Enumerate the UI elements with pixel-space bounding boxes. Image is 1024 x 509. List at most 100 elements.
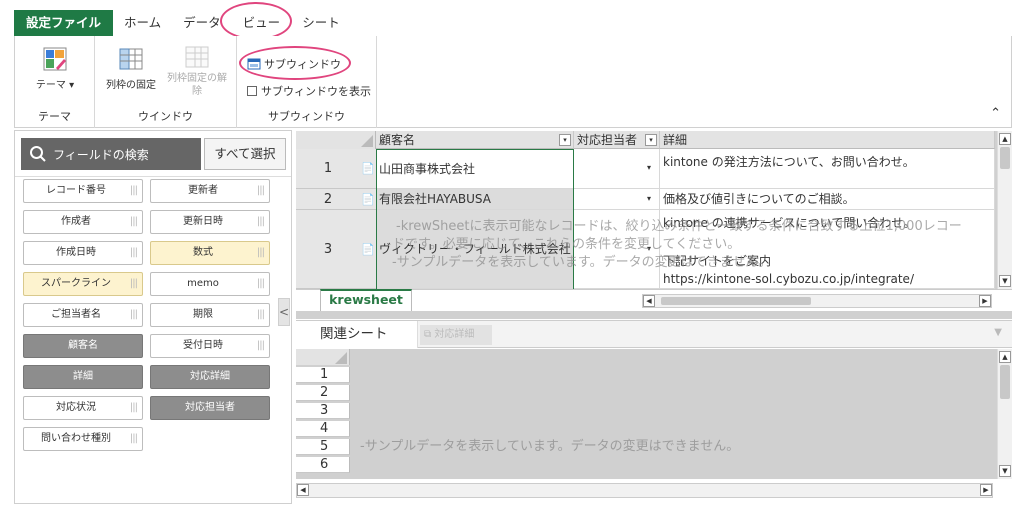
tab-settings-file[interactable]: 設定ファイル	[14, 10, 114, 36]
field-chip[interactable]: ご担当者名 |||	[23, 303, 143, 327]
scroll-thumb[interactable]	[1000, 147, 1010, 169]
scroll-down-icon[interactable]: ▼	[999, 465, 1011, 477]
drag-grip-icon[interactable]: |||	[130, 211, 138, 233]
record-doc-icon[interactable]: 📄	[360, 210, 376, 289]
cell-customer[interactable]: 有限会社HAYABUSA	[376, 189, 574, 210]
sheet-tab-krewsheet[interactable]: krewsheet	[320, 289, 412, 311]
unfreeze-columns-button[interactable]: 列枠固定の解除	[165, 46, 229, 98]
field-chip-label: 作成日時	[56, 247, 96, 258]
horizontal-scrollbar[interactable]: ◀ ▶	[642, 294, 992, 308]
row-header[interactable]: 1	[296, 149, 360, 189]
watermark-text: ドです。必要に応じて、これらの条件を変更してください。	[392, 237, 741, 252]
scroll-thumb[interactable]	[661, 297, 811, 305]
scroll-down-icon[interactable]: ▼	[999, 275, 1011, 287]
unfreeze-columns-label: 列枠固定の解除	[167, 73, 227, 97]
field-chip[interactable]: 対応担当者|||	[150, 396, 270, 420]
column-header-customer[interactable]: 顧客名 ▾	[376, 131, 574, 149]
drag-grip-icon[interactable]: |||	[257, 335, 265, 357]
tab-home[interactable]: ホーム	[113, 10, 172, 36]
scroll-left-icon[interactable]: ◀	[297, 484, 309, 496]
tab-sheet[interactable]: シート	[291, 10, 351, 36]
field-chip[interactable]: memo |||	[150, 272, 270, 296]
drag-grip-icon[interactable]: |||	[130, 180, 138, 202]
row-header[interactable]: 6	[296, 457, 350, 473]
panel-splitter-collapse[interactable]: <	[278, 298, 290, 326]
field-chip[interactable]: 更新日時 |||	[150, 210, 270, 234]
scroll-right-icon[interactable]: ▶	[979, 295, 991, 307]
sheet-tab-bar: krewsheet ◀ ▶	[296, 289, 1012, 311]
column-header-detail[interactable]: 詳細	[660, 131, 995, 149]
freeze-columns-button[interactable]: 列枠の固定	[103, 46, 159, 91]
cell-customer[interactable]: 山田商事株式会社	[376, 149, 574, 189]
theme-button[interactable]: テーマ ▾	[33, 46, 77, 91]
field-chip[interactable]: 対応状況 |||	[23, 396, 143, 420]
field-search-input[interactable]: フィールドの検索	[21, 138, 201, 170]
grid-corner[interactable]	[296, 131, 376, 149]
cell-detail[interactable]: kintone の発注方法について、お問い合わせ。	[660, 149, 995, 189]
vertical-scrollbar[interactable]: ▲ ▼	[997, 131, 1012, 289]
row-header[interactable]: 3	[296, 210, 360, 289]
cell-assignee[interactable]: ▾	[574, 149, 660, 189]
field-chip[interactable]: 更新者 |||	[150, 179, 270, 203]
column-header-assignee[interactable]: 対応担当者 ▾	[574, 131, 660, 149]
scroll-right-icon[interactable]: ▶	[980, 484, 992, 496]
vertical-scrollbar[interactable]: ▲ ▼	[997, 349, 1012, 479]
select-all-button[interactable]: すべて選択	[204, 138, 286, 170]
ribbon-group-window: 列枠の固定 列枠固定の解除 ウインドウ	[95, 36, 237, 128]
field-chip[interactable]: 詳細|||	[23, 365, 143, 389]
column-filter-dropdown-icon[interactable]: ▾	[645, 134, 657, 146]
field-chip[interactable]: 作成日時 |||	[23, 241, 143, 265]
field-chip[interactable]: 数式 |||	[150, 241, 270, 265]
related-sheet-tab[interactable]: 関連シート	[296, 321, 418, 348]
field-panel: フィールドの検索 すべて選択 レコード番号 ||| 更新者 ||| 作成者 ||| 更新日時…	[14, 130, 292, 504]
field-chip-label: 詳細	[73, 371, 93, 382]
chevron-down-icon[interactable]: ▼	[994, 327, 1002, 338]
record-doc-icon[interactable]: 📄	[360, 189, 376, 210]
drag-grip-icon[interactable]: |||	[130, 428, 138, 450]
show-subwindow-checkbox[interactable]: サブウィンドウを表示	[247, 83, 371, 99]
drag-grip-icon[interactable]: |||	[130, 273, 138, 295]
field-chip-label: 顧客名	[68, 340, 98, 351]
grid-corner[interactable]	[296, 349, 350, 365]
column-filter-dropdown-icon[interactable]: ▾	[559, 134, 571, 146]
row-header[interactable]: 5	[296, 439, 350, 455]
scroll-left-icon[interactable]: ◀	[643, 295, 655, 307]
row-header[interactable]: 4	[296, 421, 350, 437]
scroll-thumb[interactable]	[1000, 365, 1010, 399]
horizontal-scrollbar[interactable]: ◀ ▶	[296, 483, 993, 498]
drag-grip-icon[interactable]: |||	[257, 211, 265, 233]
collapse-ribbon-icon[interactable]: ⌃	[990, 106, 1001, 121]
panel-divider	[15, 176, 291, 177]
field-chip[interactable]: レコード番号 |||	[23, 179, 143, 203]
record-doc-icon[interactable]: 📄	[360, 149, 376, 189]
drag-grip-icon[interactable]: |||	[257, 180, 265, 202]
field-chip[interactable]: 期限 |||	[150, 303, 270, 327]
drag-grip-icon[interactable]: |||	[257, 273, 265, 295]
related-field-chip[interactable]: ⧉ 対応詳細	[420, 325, 492, 345]
field-chip[interactable]: スパークライン |||	[23, 272, 143, 296]
row-header[interactable]: 2	[296, 189, 360, 210]
watermark-text: -サンプルデータを表示しています。データの変更はできません。	[392, 255, 772, 270]
drag-grip-icon[interactable]: |||	[257, 242, 265, 264]
cell-dropdown-icon[interactable]: ▾	[647, 194, 651, 203]
checkbox-box[interactable]	[247, 86, 257, 96]
cell-assignee[interactable]: ▾	[574, 189, 660, 210]
scroll-up-icon[interactable]: ▲	[999, 351, 1011, 363]
field-chip[interactable]: 対応詳細|||	[150, 365, 270, 389]
group-label-subwindow: サブウィンドウ	[268, 110, 345, 123]
field-chip[interactable]: 問い合わせ種別 |||	[23, 427, 143, 451]
drag-grip-icon[interactable]: |||	[257, 304, 265, 326]
row-header[interactable]: 1	[296, 367, 350, 383]
field-chip[interactable]: 受付日時 |||	[150, 334, 270, 358]
drag-grip-icon[interactable]: |||	[130, 242, 138, 264]
cell-dropdown-icon[interactable]: ▾	[647, 163, 651, 172]
field-chip[interactable]: 顧客名|||	[23, 334, 143, 358]
row-header[interactable]: 3	[296, 403, 350, 419]
scroll-up-icon[interactable]: ▲	[999, 133, 1011, 145]
field-chip[interactable]: 作成者 |||	[23, 210, 143, 234]
cell-detail[interactable]: 価格及び値引きについてのご相談。	[660, 189, 995, 210]
detail-link[interactable]: https://kintone-sol.cybozu.co.jp/integra…	[663, 272, 914, 286]
drag-grip-icon[interactable]: |||	[130, 397, 138, 419]
row-header[interactable]: 2	[296, 385, 350, 401]
drag-grip-icon[interactable]: |||	[130, 304, 138, 326]
